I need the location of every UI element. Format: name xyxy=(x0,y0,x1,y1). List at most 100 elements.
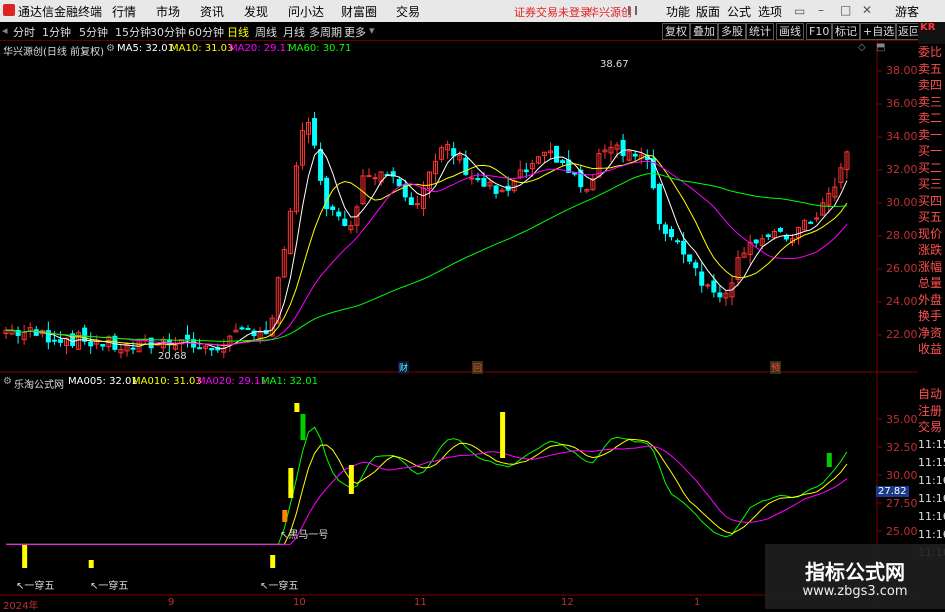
y-tick: 30.00 xyxy=(886,196,918,209)
candle-body xyxy=(336,211,342,217)
candle-body xyxy=(656,183,662,224)
tick-time: 11:16 xyxy=(918,510,945,523)
signal-label: ↖一穿五 xyxy=(90,581,129,592)
event-tag-finance[interactable]: 财 xyxy=(398,361,410,374)
candle-body xyxy=(632,153,638,157)
y-tick: 38.00 xyxy=(886,64,918,77)
high-price-label: 38.67 xyxy=(600,59,629,70)
x-tick: 1 xyxy=(694,597,701,608)
side-lower-item[interactable]: 注册 xyxy=(918,403,945,420)
candle-body xyxy=(245,327,251,330)
ind-y-tick: 35.00 xyxy=(886,413,918,426)
side-item: 买四 xyxy=(918,193,943,208)
panel-expand-icon[interactable]: ⬒ xyxy=(876,42,885,53)
candle-body xyxy=(130,347,136,350)
x-tick: 11 xyxy=(414,597,427,608)
x-tick: 10 xyxy=(293,597,306,608)
y-tick: 24.00 xyxy=(886,295,918,308)
side-item: 净资 xyxy=(918,325,943,340)
candle-body xyxy=(475,178,481,181)
ind-ma1-line xyxy=(6,426,848,545)
main-chart-title: 华兴源创(日线 前复权) xyxy=(3,47,104,58)
candle-body xyxy=(808,221,814,224)
x-tick: 12 xyxy=(561,597,574,608)
tick-time: 11:15 xyxy=(918,438,945,451)
ind-ma020-line xyxy=(6,445,848,545)
side-item: 买二 xyxy=(918,160,943,175)
collapse-icon[interactable]: ◇ xyxy=(858,42,866,53)
tick-time: 11:16 xyxy=(918,492,945,505)
x-tick: 9 xyxy=(168,597,175,608)
candle-body xyxy=(705,284,711,287)
candle-body xyxy=(82,327,88,342)
y-tick: 34.00 xyxy=(886,130,918,143)
ind-y-tick: 30.00 xyxy=(886,469,918,482)
signal-bar xyxy=(500,412,506,458)
settings-icon[interactable]: ⚙ xyxy=(106,43,115,54)
candle-body xyxy=(451,148,457,157)
ma5-label: MA5: 32.01 xyxy=(117,43,175,54)
y-tick: 26.00 xyxy=(886,262,918,275)
side-lower-item[interactable]: 自动 xyxy=(918,386,945,403)
side-item: 买三 xyxy=(918,177,943,191)
candle-body xyxy=(687,254,693,262)
side-item: 卖三 xyxy=(918,94,943,109)
tick-time: 11:16 xyxy=(918,474,945,487)
signal-bar xyxy=(22,545,28,568)
signal-bar xyxy=(288,468,294,498)
ind-ma010-line xyxy=(6,438,848,545)
watermark-url: www.zbgs3.com xyxy=(802,584,908,599)
side-item: 买五 xyxy=(918,210,943,224)
kline-chart[interactable] xyxy=(0,0,945,609)
candle-body xyxy=(197,347,203,350)
side-panel-header[interactable]: KR xyxy=(918,22,945,44)
indicator-title: 乐淘公式网 xyxy=(14,380,64,391)
candle-body xyxy=(523,169,529,173)
candle-body xyxy=(669,229,674,238)
ind-y-tick: 27.50 xyxy=(886,497,918,510)
candle-body xyxy=(675,240,681,243)
signal-bar xyxy=(300,414,306,440)
side-item: 换手 xyxy=(918,309,943,323)
candle-body xyxy=(312,118,318,146)
candle-body xyxy=(681,240,687,255)
signal-bar xyxy=(826,453,832,467)
ma60-line xyxy=(5,172,847,343)
x-tick: 2024年 xyxy=(3,601,39,612)
signal-bar xyxy=(88,560,94,568)
event-tag-forecast[interactable]: 预 xyxy=(770,361,782,374)
candle-body xyxy=(493,185,499,194)
candle-body xyxy=(620,139,626,157)
candle-body xyxy=(330,206,336,210)
candle-body xyxy=(777,228,783,232)
candle-body xyxy=(239,327,245,330)
ma010-label: MA010: 31.03 xyxy=(132,376,202,387)
signal-bar xyxy=(270,555,276,568)
candle-body xyxy=(693,262,699,269)
candle-body xyxy=(711,280,717,293)
side-item: 卖五 xyxy=(918,61,943,76)
signal-label: ↖一穿五 xyxy=(16,581,55,592)
current-value-badge: 27.82 xyxy=(876,486,909,497)
side-lower-item[interactable]: 交易 xyxy=(918,419,945,436)
ma1-label: MA1: 32.01 xyxy=(261,376,319,387)
candle-body xyxy=(717,292,723,298)
signal-bar xyxy=(282,510,288,522)
side-item: 总量 xyxy=(918,276,943,290)
signal-label: ↖黑马一号 xyxy=(280,530,329,541)
side-item: 卖一 xyxy=(918,127,943,142)
indicator-settings-icon[interactable]: ⚙ xyxy=(3,376,12,387)
candle-body xyxy=(88,341,94,347)
watermark-title: 指标公式网 xyxy=(805,560,905,584)
ma60-label: MA60: 30.71 xyxy=(288,43,352,54)
side-item: 卖四 xyxy=(918,78,943,92)
side-item: 涨跌 xyxy=(918,243,943,257)
side-item: 外盘 xyxy=(918,292,943,307)
ind-y-tick: 32.50 xyxy=(886,441,918,454)
candle-body xyxy=(318,149,324,181)
ind-y-tick: 25.00 xyxy=(886,525,918,538)
tick-time: 11:15 xyxy=(918,456,945,469)
event-tag-buyback[interactable]: 回 xyxy=(472,361,484,374)
quote-side-panel: 委比 卖五 卖四 卖三 卖二 卖一 买一 买二 买三 买四 买五 现价 涨跌 涨幅 总量 外盘 换手 净资 收益 xyxy=(918,44,945,358)
side-item: 卖二 xyxy=(918,111,943,125)
